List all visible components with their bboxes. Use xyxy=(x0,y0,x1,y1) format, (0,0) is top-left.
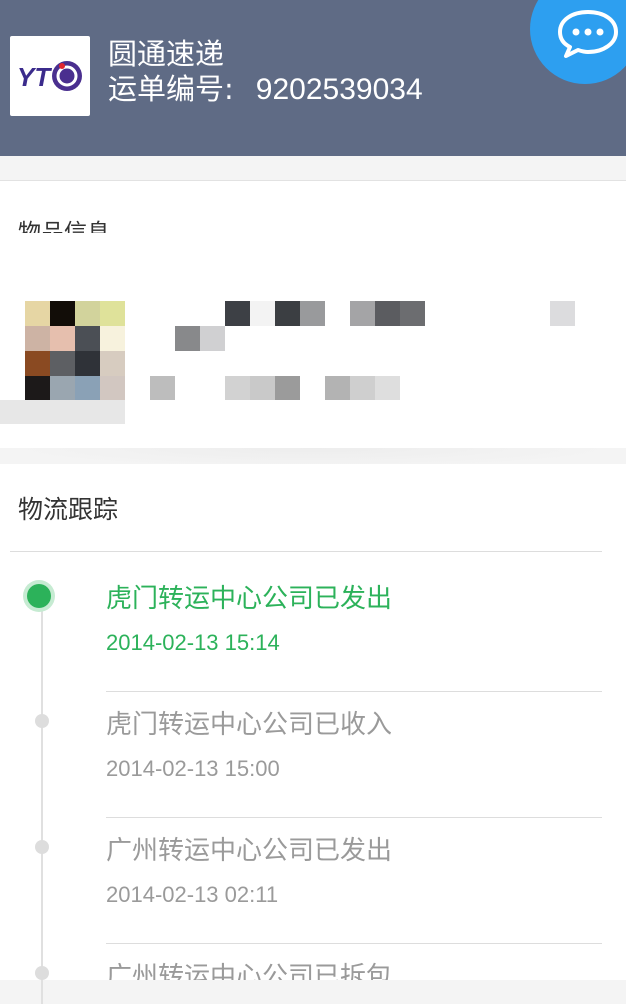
chat-bubble-icon xyxy=(558,10,618,58)
tracking-number: 9202539034 xyxy=(255,73,423,106)
tracking-event: 广州转运中心公司已拆包 xyxy=(0,944,626,980)
event-time: 2014-02-13 02:11 xyxy=(106,882,279,907)
shipment-header: YT 圆通速递 运单编号: 9202539034 xyxy=(0,0,626,156)
event-description: 虎门转运中心公司已收入 xyxy=(106,710,393,740)
tracking-event: 虎门转运中心公司已收入 2014-02-13 15:00 xyxy=(0,692,626,818)
svg-text:YT: YT xyxy=(17,62,52,92)
event-description: 广州转运中心公司已发出 xyxy=(106,836,393,866)
logistics-title: 物流跟踪 xyxy=(18,495,119,524)
event-time: 2014-02-13 15:00 xyxy=(106,756,280,781)
item-card-footer xyxy=(0,400,626,468)
tracking-label: 运单编号: xyxy=(108,72,234,106)
carrier-logo: YT xyxy=(10,36,90,116)
section-divider xyxy=(10,551,602,552)
timeline-dot xyxy=(35,840,49,854)
yto-logo-icon: YT xyxy=(17,61,82,92)
tracking-event: 虎门转运中心公司已发出 2014-02-13 15:14 xyxy=(0,566,626,692)
chat-button[interactable] xyxy=(530,0,626,84)
tracking-event: 广州转运中心公司已发出 2014-02-13 02:11 xyxy=(0,818,626,944)
event-description: 广州转运中心公司已拆包 xyxy=(106,962,393,980)
redacted-block xyxy=(0,400,125,424)
item-info-title: 物品信息 xyxy=(18,220,110,233)
logistics-section: 物流跟踪 虎门转运中心公司已发出 2014-02-13 15:14 虎门转运中心… xyxy=(0,464,626,1004)
timeline-dot xyxy=(35,714,49,728)
event-description: 虎门转运中心公司已发出 xyxy=(106,584,393,614)
item-thumbnail[interactable] xyxy=(25,301,125,401)
timeline-dot xyxy=(35,966,49,980)
timeline-dot-current xyxy=(27,584,51,608)
event-time: 2014-02-13 15:14 xyxy=(106,630,280,655)
tracking-number-row: 运单编号: 9202539034 xyxy=(108,71,423,108)
carrier-name: 圆通速递 xyxy=(108,37,225,71)
